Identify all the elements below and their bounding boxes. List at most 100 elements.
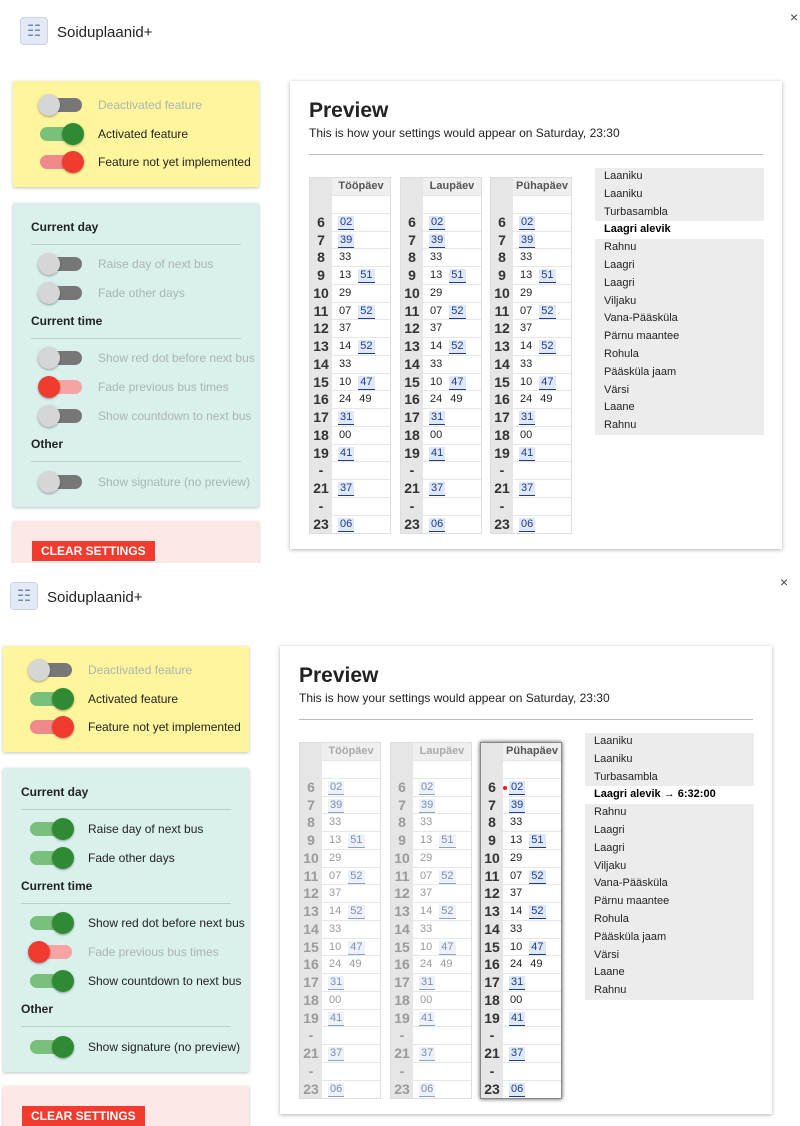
departure-link[interactable]: 31 <box>509 976 526 991</box>
departure-link[interactable]: 37 <box>509 1047 526 1062</box>
toggle-red-dot[interactable] <box>38 347 82 369</box>
toggle-deactivated-sample <box>28 659 72 681</box>
departure-link[interactable]: 52 <box>439 905 456 920</box>
departure-link[interactable]: 37 <box>338 482 355 497</box>
toggle-countdown[interactable] <box>38 405 82 427</box>
departure-link[interactable]: 51 <box>539 269 556 284</box>
departure-link[interactable]: 39 <box>328 798 345 813</box>
schedule-row: - <box>491 461 571 480</box>
departure-link[interactable]: 06 <box>429 517 446 532</box>
toggle-fade-other-days[interactable] <box>38 282 82 304</box>
departure-link[interactable]: 47 <box>348 940 365 955</box>
departure-link[interactable]: 52 <box>449 340 466 355</box>
departure-link[interactable]: 02 <box>338 215 355 230</box>
departure-link[interactable]: 51 <box>358 269 375 284</box>
toggle-countdown[interactable] <box>30 970 74 992</box>
departure-link[interactable]: 39 <box>338 233 355 248</box>
departure-link[interactable]: 31 <box>419 976 436 991</box>
departure-link[interactable]: 52 <box>348 869 365 884</box>
departure-link[interactable]: 47 <box>529 940 546 955</box>
departure-link[interactable]: 06 <box>338 517 355 532</box>
popup-window: ☷ Soiduplaanid+ × Deactivated feature Ac… <box>0 0 800 563</box>
departure-link[interactable]: 02 <box>328 780 345 795</box>
departure-link[interactable]: 41 <box>338 446 355 461</box>
departure-link[interactable]: 52 <box>539 304 556 319</box>
toggle-raise-day[interactable] <box>38 253 82 275</box>
departure-link[interactable]: 41 <box>328 1011 345 1026</box>
hour-cell: 19 <box>391 1009 413 1027</box>
hour-cell: 9 <box>310 267 332 284</box>
departure-link[interactable]: 47 <box>539 375 556 390</box>
hour-cell: 13 <box>481 903 503 920</box>
departure-link[interactable]: 39 <box>509 798 526 813</box>
departure-link[interactable]: 47 <box>358 375 375 390</box>
preview-title: Preview <box>309 99 389 122</box>
departure-link[interactable]: 41 <box>419 1011 436 1026</box>
departure-link[interactable]: 52 <box>449 304 466 319</box>
departure-link[interactable]: 51 <box>348 834 365 849</box>
hour-cell: - <box>491 462 513 480</box>
stop-item: Laagri <box>595 256 764 275</box>
departure-link[interactable]: 52 <box>348 905 365 920</box>
toggle-red-dot[interactable] <box>30 912 74 934</box>
toggle-signature[interactable] <box>30 1036 74 1058</box>
hour-cell: 16 <box>300 956 322 974</box>
countdown-text: → 6:32:00 <box>660 788 716 801</box>
departure-link[interactable]: 37 <box>419 1047 436 1062</box>
hour-cell: 16 <box>401 391 423 409</box>
toggle-fade-previous[interactable] <box>38 376 82 398</box>
departure-link[interactable]: 37 <box>429 482 446 497</box>
departure-link[interactable]: 31 <box>429 411 446 426</box>
toggle-raise-day[interactable] <box>30 818 74 840</box>
stop-name: Laagri <box>594 841 625 854</box>
departure-link[interactable]: 02 <box>519 215 536 230</box>
hour-cell: 10 <box>391 849 413 867</box>
clear-settings-button[interactable]: CLEAR SETTINGS <box>32 541 155 561</box>
toggle-fade-other-days[interactable] <box>30 847 74 869</box>
departure-link[interactable]: 39 <box>419 798 436 813</box>
departure-link[interactable]: 02 <box>509 780 526 795</box>
departure-link[interactable]: 52 <box>439 869 456 884</box>
departure-link[interactable]: 51 <box>529 834 546 849</box>
departure-link[interactable]: 47 <box>449 375 466 390</box>
departure-link[interactable]: 52 <box>529 905 546 920</box>
stop-name: Laaniku <box>594 752 633 765</box>
departure-time: 14 <box>420 905 433 918</box>
hour-cell: 6 <box>310 213 332 231</box>
stop-name: Laagri <box>604 276 635 289</box>
departure-link[interactable]: 52 <box>539 340 556 355</box>
departure-link[interactable]: 52 <box>529 869 546 884</box>
departure-time: 49 <box>359 393 372 406</box>
departure-link[interactable]: 39 <box>519 233 536 248</box>
stop-item: Viljaku <box>595 292 764 311</box>
departure-link[interactable]: 41 <box>509 1011 526 1026</box>
departure-link[interactable]: 41 <box>519 446 536 461</box>
departure-link[interactable]: 06 <box>519 517 536 532</box>
stop-item: Pääsküla jaam <box>585 928 754 947</box>
departure-link[interactable]: 37 <box>328 1047 345 1062</box>
departure-link[interactable]: 52 <box>358 340 375 355</box>
departure-link[interactable]: 31 <box>328 976 345 991</box>
departure-link[interactable]: 06 <box>328 1082 345 1097</box>
departure-link[interactable]: 47 <box>439 940 456 955</box>
close-icon[interactable]: × <box>790 9 798 25</box>
departure-link[interactable]: 06 <box>419 1082 436 1097</box>
departure-link[interactable]: 31 <box>519 411 536 426</box>
departure-link[interactable]: 52 <box>358 304 375 319</box>
departure-link[interactable]: 39 <box>429 233 446 248</box>
departure-link[interactable]: 02 <box>429 215 446 230</box>
preview-divider <box>299 719 753 720</box>
departure-link[interactable]: 51 <box>449 269 466 284</box>
clear-settings-button[interactable]: CLEAR SETTINGS <box>22 1106 145 1126</box>
departure-link[interactable]: 37 <box>519 482 536 497</box>
toggle-fade-previous[interactable] <box>28 941 72 963</box>
departure-link[interactable]: 31 <box>338 411 355 426</box>
departure-link[interactable]: 51 <box>439 834 456 849</box>
close-icon[interactable]: × <box>780 574 788 590</box>
departure-link[interactable]: 06 <box>509 1082 526 1097</box>
departure-link[interactable]: 02 <box>419 780 436 795</box>
departure-time: 33 <box>339 251 352 264</box>
toggle-signature[interactable] <box>38 471 82 493</box>
departure-link[interactable]: 41 <box>429 446 446 461</box>
hour-cell: 14 <box>491 355 513 373</box>
